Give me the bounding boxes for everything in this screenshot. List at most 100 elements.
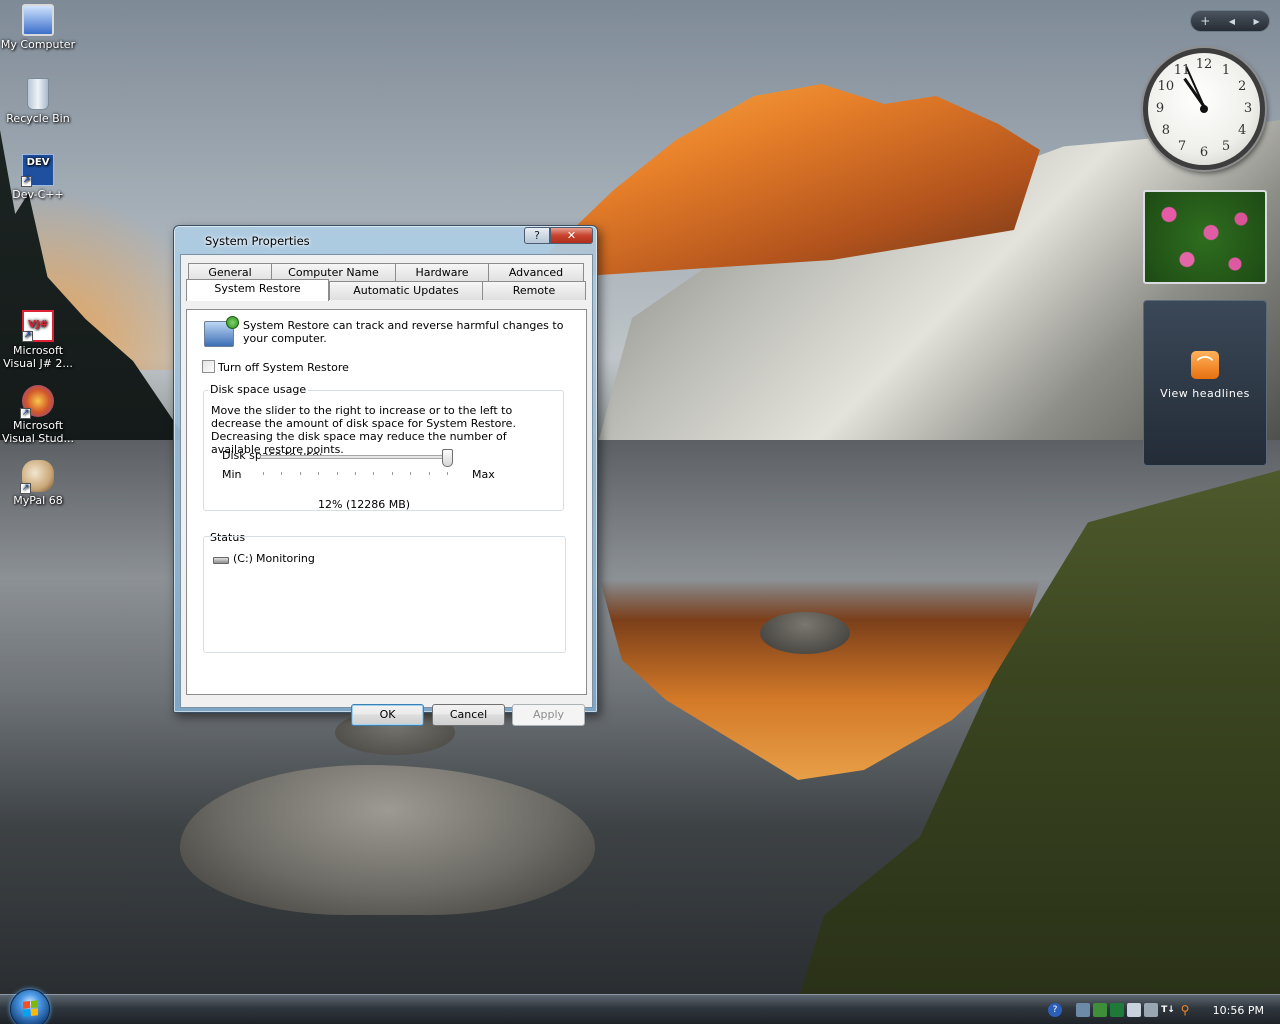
tab-automatic-updates[interactable]: Automatic Updates: [329, 281, 483, 300]
slider-tick: [391, 472, 393, 475]
apply-button[interactable]: Apply: [512, 704, 585, 726]
desktop-icon-mypal[interactable]: ↗ MyPal 68: [0, 460, 76, 507]
sidebar-controls: + ◀ ▶: [1190, 10, 1270, 32]
tab-advanced[interactable]: Advanced: [488, 263, 584, 282]
mypal-icon: ↗: [20, 460, 54, 494]
system-restore-panel: System Restore can track and reverse har…: [186, 309, 587, 695]
clock-center-pin: [1200, 105, 1208, 113]
clock-numeral: 12: [1195, 57, 1213, 72]
system-restore-intro: System Restore can track and reverse har…: [243, 319, 564, 345]
next-page-button[interactable]: ▶: [1254, 17, 1260, 26]
tray-spacer: [1065, 1003, 1073, 1017]
slider-tick: [447, 472, 448, 475]
status-drive: (C:): [233, 552, 253, 565]
disk-space-slider-track[interactable]: [260, 455, 450, 459]
start-button[interactable]: [10, 989, 50, 1024]
desktop-icon-visual-studio[interactable]: ↗ Microsoft Visual Stud...: [0, 385, 76, 445]
dev-cpp-badge: DEV: [26, 157, 50, 168]
disk-space-usage-title: Disk space usage: [208, 383, 309, 396]
title-bar[interactable]: System Properties ? ✕: [174, 226, 597, 254]
view-headlines-link[interactable]: View headlines: [1144, 387, 1266, 400]
search-icon[interactable]: ⚲: [1178, 1003, 1192, 1017]
feed-headlines-gadget[interactable]: ⌒ View headlines: [1143, 300, 1267, 466]
desktop-icon-label: My Computer: [0, 38, 76, 51]
slider-max-label: Max: [472, 468, 495, 481]
desktop-icon-label: Recycle Bin: [6, 112, 70, 125]
taskbar: ? T↓ ⚲ 10:56 PM: [0, 989, 1280, 1024]
network-icon[interactable]: [1076, 1003, 1090, 1017]
clock-numeral: 5: [1221, 139, 1231, 155]
clock-numeral: 6: [1199, 145, 1209, 160]
windows-logo-icon: [23, 1000, 38, 1017]
slider-tick: [318, 472, 320, 475]
desktop-icon-label: MyPal 68: [13, 494, 63, 507]
security-icon[interactable]: [1093, 1003, 1107, 1017]
clock-numeral: 11: [1173, 62, 1191, 78]
clock-numeral: 10: [1157, 79, 1175, 94]
shortcut-arrow-icon: ↗: [21, 176, 32, 187]
clock-numeral: 1: [1221, 62, 1231, 78]
recycle-bin-icon: [27, 78, 49, 110]
desktop-icon-dev-cpp[interactable]: DEV ↗ Dev-C++: [0, 154, 76, 201]
slider-tick: [299, 472, 301, 475]
ok-button[interactable]: OK: [351, 704, 424, 726]
shortcut-arrow-icon: ↗: [20, 408, 31, 419]
slider-tick: [281, 472, 283, 475]
window-title: System Properties: [205, 234, 310, 248]
add-gadget-button[interactable]: +: [1200, 14, 1210, 28]
hard-drive-icon: [213, 557, 229, 564]
disk-space-value: 12% (12286 MB): [318, 498, 411, 511]
cancel-button[interactable]: Cancel: [432, 704, 505, 726]
close-button[interactable]: ✕: [550, 227, 593, 244]
turn-off-system-restore-label[interactable]: Turn off System Restore: [218, 361, 349, 374]
tab-hardware[interactable]: Hardware: [395, 263, 489, 282]
language-icon[interactable]: T↓: [1161, 1003, 1175, 1017]
tab-system-restore[interactable]: System Restore: [186, 279, 329, 301]
media-icon[interactable]: [1144, 1003, 1158, 1017]
dialog-client-area: General Computer Name Hardware Advanced …: [180, 254, 593, 726]
clock-gadget[interactable]: 12 1 2 3 4 5 6 7 8 9 10 11: [1143, 48, 1265, 170]
help-icon[interactable]: ?: [1048, 1003, 1062, 1017]
desktop-icon-label: Dev-C++: [12, 188, 64, 201]
clock-numeral: 9: [1155, 101, 1165, 116]
taskbar-clock[interactable]: 10:56 PM: [1213, 1004, 1264, 1017]
wallpaper-rock: [760, 612, 850, 654]
notification-area: ? T↓ ⚲ 10:56 PM: [1048, 998, 1276, 1022]
slider-tick: [428, 472, 430, 475]
status-list[interactable]: (C:) Monitoring: [203, 536, 566, 653]
slideshow-gadget[interactable]: [1143, 190, 1267, 284]
system-properties-window: System Properties ? ✕ General Computer N…: [173, 225, 598, 726]
slider-tick: [410, 472, 412, 475]
visual-j-badge: VJ#: [28, 319, 48, 330]
shortcut-arrow-icon: ↗: [20, 483, 31, 494]
restore-badge-icon: [226, 316, 239, 329]
previous-page-button[interactable]: ◀: [1229, 17, 1235, 26]
desktop-icon-label: Microsoft Visual J# 2...: [3, 344, 73, 370]
dev-cpp-icon: DEV ↗: [21, 154, 54, 187]
safely-remove-icon[interactable]: [1110, 1003, 1124, 1017]
clock-numeral: 2: [1237, 79, 1247, 94]
computer-icon: [22, 4, 54, 36]
visual-j-icon: VJ# ↗: [22, 310, 54, 342]
tab-remote[interactable]: Remote: [482, 281, 586, 300]
turn-off-system-restore-checkbox[interactable]: [202, 360, 215, 373]
desktop-icon-my-computer[interactable]: My Computer: [0, 4, 76, 51]
clock-numeral: 7: [1177, 139, 1187, 155]
slider-tick: [336, 472, 338, 475]
slider-min-label: Min: [222, 468, 242, 481]
desktop-icon-visual-j[interactable]: VJ# ↗ Microsoft Visual J# 2...: [0, 310, 76, 370]
system-restore-icon: [204, 316, 239, 347]
clock-numeral: 3: [1243, 101, 1253, 116]
desktop-icon-label: Microsoft Visual Stud...: [1, 419, 75, 445]
desktop-icon-recycle-bin[interactable]: Recycle Bin: [0, 78, 76, 125]
disk-space-slider-thumb[interactable]: [442, 449, 454, 467]
rss-feed-icon: ⌒: [1191, 351, 1219, 379]
help-button[interactable]: ?: [524, 227, 550, 244]
volume-icon[interactable]: [1127, 1003, 1141, 1017]
visual-studio-icon: ↗: [20, 385, 54, 419]
status-state: Monitoring: [256, 552, 315, 565]
slider-tick: [355, 472, 356, 475]
clock-numeral: 4: [1237, 123, 1247, 138]
clock-numeral: 8: [1161, 123, 1171, 138]
shortcut-arrow-icon: ↗: [22, 331, 33, 342]
